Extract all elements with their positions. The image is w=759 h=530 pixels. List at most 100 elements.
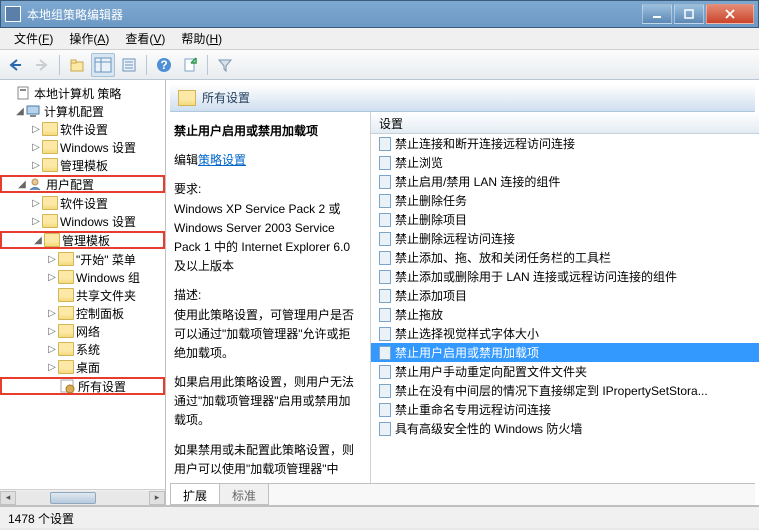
policy-item-icon bbox=[377, 327, 391, 341]
list-row[interactable]: 禁止重命名专用远程访问连接 bbox=[371, 400, 759, 419]
policy-item-icon bbox=[377, 289, 391, 303]
properties-button[interactable] bbox=[117, 53, 141, 77]
policy-item-icon bbox=[377, 308, 391, 322]
policy-item-icon bbox=[377, 175, 391, 189]
list-row[interactable]: 禁止添加或删除用于 LAN 连接或远程访问连接的组件 bbox=[371, 267, 759, 286]
list-row[interactable]: 禁止浏览 bbox=[371, 153, 759, 172]
tab-extended[interactable]: 扩展 bbox=[170, 484, 220, 505]
tree-user-config[interactable]: ◢ 用户配置 bbox=[0, 175, 165, 193]
list-row[interactable]: 禁止删除远程访问连接 bbox=[371, 229, 759, 248]
list-row-label: 禁止浏览 bbox=[395, 154, 443, 171]
tree-user-windows[interactable]: ▷Windows 设置 bbox=[0, 212, 165, 230]
list-row[interactable]: 具有高级安全性的 Windows 防火墙 bbox=[371, 419, 759, 438]
status-text: 1478 个设置 bbox=[8, 512, 74, 526]
list-row[interactable]: 禁止连接和断开连接远程访问连接 bbox=[371, 134, 759, 153]
requirements-text: Windows XP Service Pack 2 或 Windows Serv… bbox=[174, 200, 362, 277]
tree-all-settings[interactable]: 所有设置 bbox=[0, 377, 165, 395]
tree-root[interactable]: 本地计算机 策略 bbox=[0, 84, 165, 102]
user-icon bbox=[28, 177, 44, 191]
tree-computer-config[interactable]: ◢ 计算机配置 bbox=[0, 102, 165, 120]
filter-button[interactable] bbox=[213, 53, 237, 77]
list-row[interactable]: 禁止添加项目 bbox=[371, 286, 759, 305]
tree-desktop[interactable]: ▷桌面 bbox=[0, 358, 165, 376]
menu-help[interactable]: 帮助(H) bbox=[173, 27, 230, 50]
list-row[interactable]: 禁止删除任务 bbox=[371, 191, 759, 210]
tree-control-panel[interactable]: ▷控制面板 bbox=[0, 304, 165, 322]
forward-button[interactable] bbox=[30, 53, 54, 77]
tabs: 扩展 标准 bbox=[170, 483, 755, 505]
back-button[interactable] bbox=[4, 53, 28, 77]
window-titlebar: 本地组策略编辑器 bbox=[0, 0, 759, 28]
menu-action[interactable]: 操作(A) bbox=[61, 27, 117, 50]
computer-icon bbox=[26, 104, 42, 118]
list-row[interactable]: 禁止添加、拖、放和关闭任务栏的工具栏 bbox=[371, 248, 759, 267]
list-row[interactable]: 禁止在没有中间层的情况下直接绑定到 IPropertySetStora... bbox=[371, 381, 759, 400]
tree-comp-software[interactable]: ▷软件设置 bbox=[0, 120, 165, 138]
policy-item-icon bbox=[377, 422, 391, 436]
folder-icon bbox=[178, 90, 196, 106]
list-row-label: 禁止启用/禁用 LAN 连接的组件 bbox=[395, 173, 560, 190]
tree-hscrollbar[interactable]: ◂ ▸ bbox=[0, 489, 165, 505]
policy-item-icon bbox=[377, 365, 391, 379]
list-row[interactable]: 禁止用户手动重定向配置文件文件夹 bbox=[371, 362, 759, 381]
tab-standard[interactable]: 标准 bbox=[219, 484, 269, 505]
content-header-title: 所有设置 bbox=[202, 89, 250, 106]
list-row-label: 禁止添加或删除用于 LAN 连接或远程访问连接的组件 bbox=[395, 268, 677, 285]
description-p1: 使用此策略设置，可管理用户是否可以通过"加载项管理器"允许或拒绝加载项。 bbox=[174, 306, 362, 364]
list-row-label: 禁止删除项目 bbox=[395, 211, 467, 228]
svg-text:?: ? bbox=[160, 58, 167, 72]
tree-windows-comp[interactable]: ▷Windows 组 bbox=[0, 268, 165, 286]
content-pane: 所有设置 禁止用户启用或禁用加载项 编辑策略设置 要求: Windows XP … bbox=[166, 80, 759, 505]
list-row-label: 禁止添加项目 bbox=[395, 287, 467, 304]
tree-comp-admin[interactable]: ▷管理模板 bbox=[0, 156, 165, 174]
policy-item-icon bbox=[377, 403, 391, 417]
menu-view[interactable]: 查看(V) bbox=[117, 27, 173, 50]
policy-item-icon bbox=[377, 137, 391, 151]
list-row-label: 禁止用户启用或禁用加载项 bbox=[395, 344, 539, 361]
list-row-label: 禁止用户手动重定向配置文件文件夹 bbox=[395, 363, 587, 380]
tree-network[interactable]: ▷网络 bbox=[0, 322, 165, 340]
list-row[interactable]: 禁止拖放 bbox=[371, 305, 759, 324]
settings-list[interactable]: 禁止连接和断开连接远程访问连接禁止浏览禁止启用/禁用 LAN 连接的组件禁止删除… bbox=[371, 134, 759, 483]
edit-policy-link-row: 编辑策略设置 bbox=[174, 151, 362, 170]
tree-comp-windows[interactable]: ▷Windows 设置 bbox=[0, 138, 165, 156]
menubar: 文件(F) 操作(A) 查看(V) 帮助(H) bbox=[0, 28, 759, 50]
help-button[interactable]: ? bbox=[152, 53, 176, 77]
list-row-label: 禁止删除远程访问连接 bbox=[395, 230, 515, 247]
tree-user-software[interactable]: ▷软件设置 bbox=[0, 194, 165, 212]
close-button[interactable] bbox=[706, 4, 754, 24]
maximize-button[interactable] bbox=[674, 4, 704, 24]
minimize-button[interactable] bbox=[642, 4, 672, 24]
description-label: 描述: bbox=[174, 286, 362, 305]
policy-item-icon bbox=[377, 270, 391, 284]
settings-list-area: 设置 禁止连接和断开连接远程访问连接禁止浏览禁止启用/禁用 LAN 连接的组件禁… bbox=[370, 112, 759, 483]
menu-file[interactable]: 文件(F) bbox=[6, 27, 61, 50]
panes-button[interactable] bbox=[91, 53, 115, 77]
tree-shared-folders[interactable]: 共享文件夹 bbox=[0, 286, 165, 304]
requirements-label: 要求: bbox=[174, 180, 362, 199]
up-button[interactable] bbox=[65, 53, 89, 77]
tree-admin-templates[interactable]: ◢管理模板 bbox=[0, 231, 165, 249]
list-row-label: 具有高级安全性的 Windows 防火墙 bbox=[395, 420, 582, 437]
list-column-header[interactable]: 设置 bbox=[371, 112, 759, 134]
list-row[interactable]: 禁止用户启用或禁用加载项 bbox=[371, 343, 759, 362]
tree-system[interactable]: ▷系统 bbox=[0, 340, 165, 358]
list-row-label: 禁止在没有中间层的情况下直接绑定到 IPropertySetStora... bbox=[395, 382, 708, 399]
list-row-label: 禁止删除任务 bbox=[395, 192, 467, 209]
list-row[interactable]: 禁止删除项目 bbox=[371, 210, 759, 229]
list-row[interactable]: 禁止启用/禁用 LAN 连接的组件 bbox=[371, 172, 759, 191]
edit-policy-link[interactable]: 策略设置 bbox=[198, 153, 246, 167]
list-row-label: 禁止拖放 bbox=[395, 306, 443, 323]
policy-item-icon bbox=[377, 194, 391, 208]
tree-start-menu[interactable]: ▷"开始" 菜单 bbox=[0, 250, 165, 268]
settings-list-icon bbox=[60, 379, 76, 393]
content-header: 所有设置 bbox=[170, 84, 755, 112]
list-row-label: 禁止添加、拖、放和关闭任务栏的工具栏 bbox=[395, 249, 611, 266]
policy-item-icon bbox=[377, 213, 391, 227]
detail-panel: 禁止用户启用或禁用加载项 编辑策略设置 要求: Windows XP Servi… bbox=[166, 112, 370, 483]
policy-title: 禁止用户启用或禁用加载项 bbox=[174, 122, 362, 141]
statusbar: 1478 个设置 bbox=[0, 506, 759, 528]
list-row[interactable]: 禁止选择视觉样式字体大小 bbox=[371, 324, 759, 343]
list-row-label: 禁止重命名专用远程访问连接 bbox=[395, 401, 551, 418]
export-button[interactable] bbox=[178, 53, 202, 77]
